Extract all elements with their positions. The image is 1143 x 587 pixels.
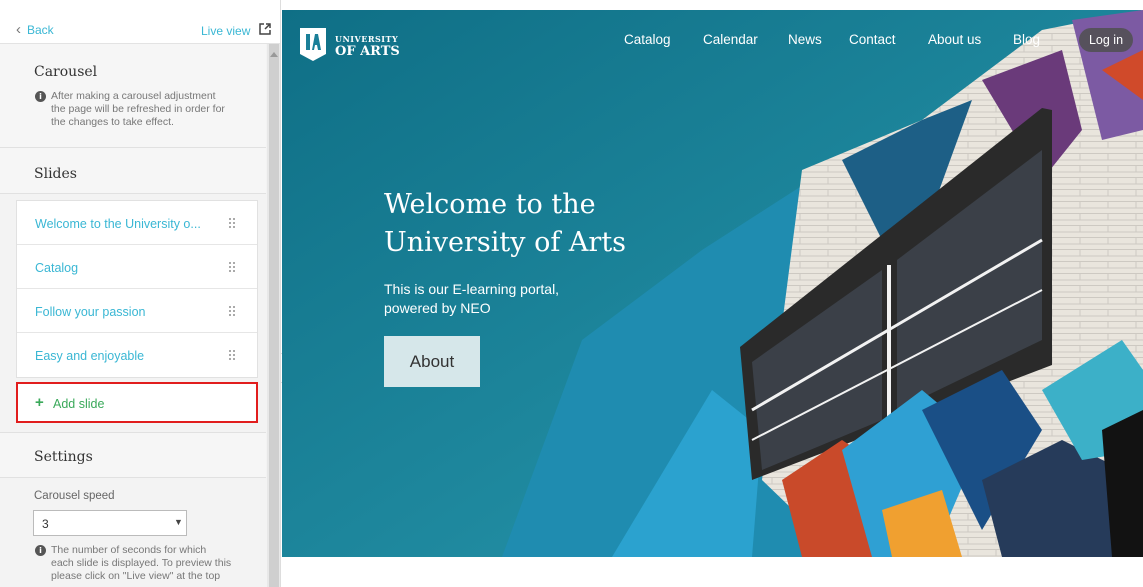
nav-blog[interactable]: Blog [1013, 32, 1040, 47]
site-preview: UNIVERSITY OF ARTS Catalog Calendar News… [282, 10, 1143, 557]
live-view-link[interactable]: Live view [201, 24, 250, 38]
speed-info-line-3: please click on "Live view" at the top [51, 570, 221, 582]
add-slide-label: Add slide [53, 397, 105, 411]
carousel-title: Carousel [34, 64, 98, 80]
settings-title: Settings [34, 449, 93, 465]
info-icon: i [35, 91, 46, 102]
slide-label: Easy and enjoyable [35, 349, 145, 363]
slides-title: Slides [34, 166, 77, 182]
scrollbar-thumb[interactable] [269, 44, 279, 587]
slide-item[interactable]: Follow your passion [17, 289, 257, 333]
carousel-speed-label: Carousel speed [34, 490, 115, 502]
sidebar-scrollbar[interactable] [267, 44, 280, 587]
about-button[interactable]: About [384, 336, 480, 387]
drag-handle-icon[interactable] [229, 262, 235, 272]
external-link-icon[interactable] [259, 23, 271, 35]
info-icon: i [35, 545, 46, 556]
logo-line-1: UNIVERSITY [335, 34, 399, 44]
app-root: ‹ Back Live view Carousel i After making… [0, 0, 1143, 587]
hero-title-line-2: University of Arts [384, 227, 627, 258]
editor-sidebar: ‹ Back Live view Carousel i After making… [0, 0, 281, 587]
login-button[interactable]: Log in [1079, 28, 1133, 52]
carousel-info-line-3: the changes to take effect. [51, 116, 174, 128]
slide-item[interactable]: Easy and enjoyable [17, 333, 257, 377]
slides-list: Welcome to the University o... Catalog F… [16, 200, 258, 378]
sidebar-topbar: ‹ Back Live view [0, 0, 280, 44]
slide-item[interactable]: Welcome to the University o... [17, 201, 257, 245]
slides-section-header: Slides [0, 148, 266, 194]
hero-title-line-1: Welcome to the [384, 189, 596, 220]
nav-calendar[interactable]: Calendar [703, 32, 758, 47]
speed-info-line-1: The number of seconds for which [51, 544, 207, 556]
drag-handle-icon[interactable] [229, 350, 235, 360]
add-slide-button[interactable]: + Add slide [16, 382, 258, 423]
slide-label: Welcome to the University o... [35, 217, 201, 231]
chevron-left-icon: ‹ [16, 21, 21, 38]
preview-below-area [282, 557, 1143, 587]
slide-label: Follow your passion [35, 305, 146, 319]
plus-icon: + [35, 394, 44, 411]
carousel-section: Carousel i After making a carousel adjus… [0, 44, 266, 148]
carousel-info-line-1: After making a carousel adjustment [51, 90, 216, 102]
nav-news[interactable]: News [788, 32, 822, 47]
logo-line-2: OF ARTS [335, 44, 400, 59]
slide-label: Catalog [35, 261, 79, 275]
scroll-up-arrow-icon[interactable] [270, 52, 278, 57]
nav-contact[interactable]: Contact [849, 32, 896, 47]
nav-about-us[interactable]: About us [928, 32, 981, 47]
settings-section-header: Settings [0, 432, 266, 478]
hero-subtitle-line-2: powered by NEO [384, 300, 491, 316]
drag-handle-icon[interactable] [229, 306, 235, 316]
slide-item[interactable]: Catalog [17, 245, 257, 289]
hero-subtitle-line-1: This is our E-learning portal, [384, 281, 560, 297]
carousel-info-line-2: the page will be refreshed in order for [51, 103, 225, 115]
drag-handle-icon[interactable] [229, 218, 235, 228]
back-link[interactable]: ‹ Back [16, 22, 54, 37]
hero-title: Welcome to the University of Arts [384, 186, 704, 262]
nav-catalog[interactable]: Catalog [624, 32, 671, 47]
carousel-speed-value: 3 [42, 517, 49, 531]
back-label: Back [27, 22, 54, 37]
dropdown-arrow-icon: ▼ [174, 517, 183, 527]
logo-shield-icon [300, 28, 326, 61]
carousel-speed-select[interactable]: 3 ▼ [33, 510, 187, 536]
hero-subtitle: This is our E-learning portal, powered b… [384, 280, 604, 318]
speed-info-line-2: each slide is displayed. To preview this [51, 557, 232, 569]
